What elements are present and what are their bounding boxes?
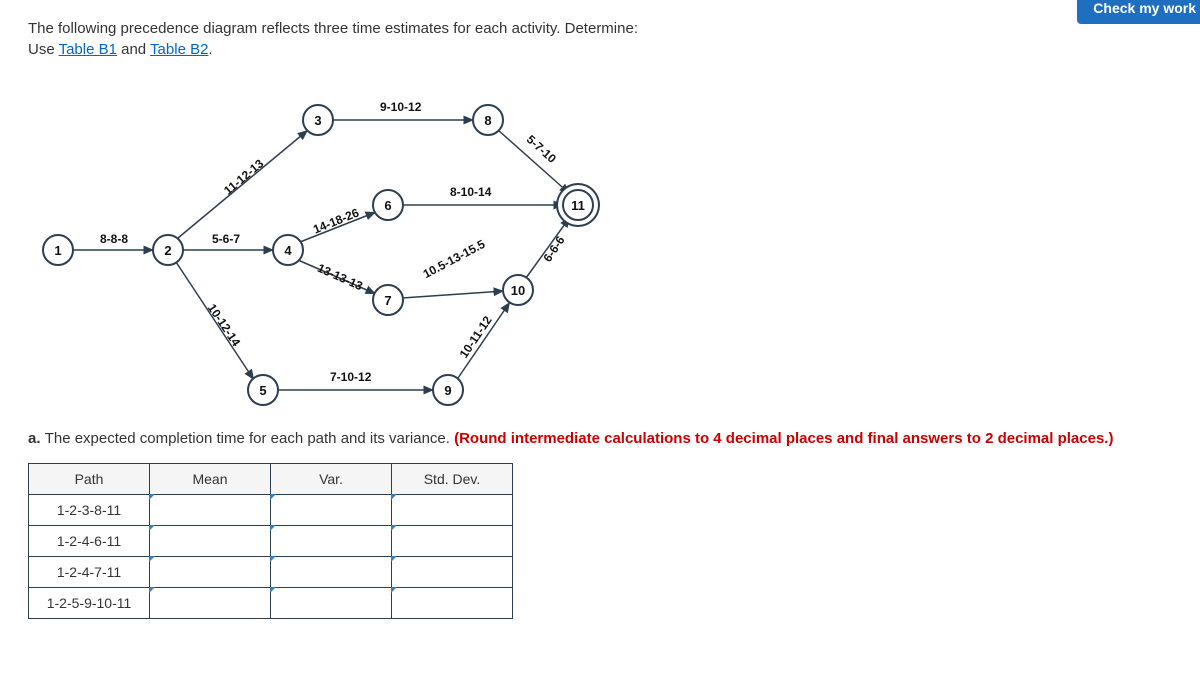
path-cell: 1-2-4-6-11	[29, 526, 150, 557]
cell-marker-icon	[270, 494, 276, 500]
instruction-and: and	[117, 41, 150, 58]
edge-3-8: 9-10-12	[378, 100, 423, 114]
path-cell: 1-2-3-8-11	[29, 495, 150, 526]
node-3: 3	[302, 104, 334, 136]
mean-input[interactable]	[150, 588, 271, 619]
question-note: (Round intermediate calculations to 4 de…	[454, 430, 1113, 447]
cell-marker-icon	[270, 587, 276, 593]
cell-marker-icon	[391, 556, 397, 562]
th-std: Std. Dev.	[392, 464, 513, 495]
th-mean: Mean	[150, 464, 271, 495]
cell-marker-icon	[149, 494, 155, 500]
instruction-prefix: Use	[28, 41, 59, 58]
table-row: 1-2-4-6-11	[29, 526, 513, 557]
std-input[interactable]	[392, 526, 513, 557]
node-6: 6	[372, 189, 404, 221]
path-cell: 1-2-5-9-10-11	[29, 588, 150, 619]
answer-table: Path Mean Var. Std. Dev. 1-2-3-8-11 1-2-…	[28, 463, 513, 619]
cell-marker-icon	[270, 556, 276, 562]
check-my-work-button[interactable]: Check my work	[1077, 0, 1200, 24]
cell-marker-icon	[149, 525, 155, 531]
instruction-line1: The following precedence diagram reflect…	[28, 20, 638, 37]
node-7: 7	[372, 284, 404, 316]
edge-5-9: 7-10-12	[328, 370, 373, 384]
var-input[interactable]	[271, 495, 392, 526]
node-1: 1	[42, 234, 74, 266]
node-11: 11	[562, 189, 594, 221]
question-text: The expected completion time for each pa…	[45, 430, 454, 447]
table-row: 1-2-3-8-11	[29, 495, 513, 526]
edge-1-2: 8-8-8	[98, 232, 130, 246]
node-4: 4	[272, 234, 304, 266]
instruction-period: .	[208, 41, 212, 58]
table-row: 1-2-5-9-10-11	[29, 588, 513, 619]
question-a: a. The expected completion time for each…	[28, 428, 1172, 449]
instructions: The following precedence diagram reflect…	[28, 18, 1172, 60]
th-path: Path	[29, 464, 150, 495]
cell-marker-icon	[391, 587, 397, 593]
cell-marker-icon	[270, 525, 276, 531]
node-5: 5	[247, 374, 279, 406]
var-input[interactable]	[271, 588, 392, 619]
cell-marker-icon	[149, 587, 155, 593]
var-input[interactable]	[271, 526, 392, 557]
cell-marker-icon	[149, 556, 155, 562]
var-input[interactable]	[271, 557, 392, 588]
std-input[interactable]	[392, 495, 513, 526]
link-table-b1[interactable]: Table B1	[59, 41, 117, 58]
precedence-diagram: 1 2 3 4 5 6 7 8 9 10 11 8-8-8 11-12-13 5…	[28, 70, 668, 410]
link-table-b2[interactable]: Table B2	[150, 41, 208, 58]
mean-input[interactable]	[150, 557, 271, 588]
cell-marker-icon	[391, 494, 397, 500]
node-2: 2	[152, 234, 184, 266]
mean-input[interactable]	[150, 526, 271, 557]
std-input[interactable]	[392, 588, 513, 619]
table-row: 1-2-4-7-11	[29, 557, 513, 588]
edge-2-4: 5-6-7	[210, 232, 242, 246]
node-10: 10	[502, 274, 534, 306]
question-prefix: a.	[28, 430, 45, 447]
mean-input[interactable]	[150, 495, 271, 526]
node-8: 8	[472, 104, 504, 136]
edge-6-11: 8-10-14	[448, 185, 493, 199]
std-input[interactable]	[392, 557, 513, 588]
th-var: Var.	[271, 464, 392, 495]
path-cell: 1-2-4-7-11	[29, 557, 150, 588]
node-9: 9	[432, 374, 464, 406]
cell-marker-icon	[391, 525, 397, 531]
